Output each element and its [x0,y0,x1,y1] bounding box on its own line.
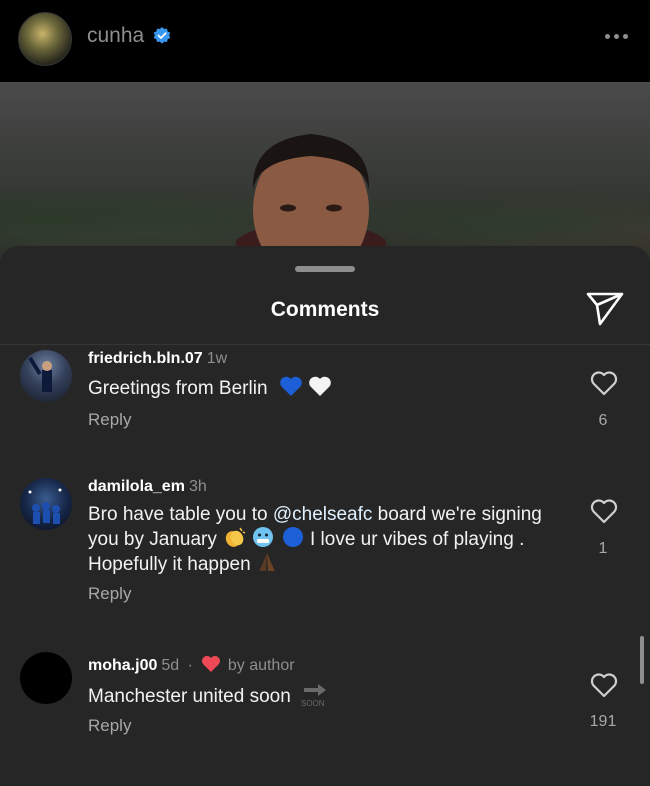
comment-time: 3h [188,478,207,495]
folded-hands-icon [258,553,275,571]
comment-text: Bro have table you to [88,504,273,525]
like-heart-icon[interactable] [590,498,618,524]
post-photo [0,82,650,262]
drag-handle[interactable] [295,266,355,272]
blue-circle-icon [282,527,303,547]
like-count: 1 [598,540,608,557]
comment-username[interactable]: damilola_em [88,478,185,495]
profile-username[interactable]: cunha [87,24,144,48]
reply-button[interactable]: Reply [88,716,131,736]
cold-face-icon [253,527,274,547]
like-heart-icon[interactable] [590,672,618,698]
mention-link[interactable]: @chelseafc [273,504,373,525]
divider [0,344,650,345]
comment-time: 1w [206,350,228,367]
like-count: 6 [598,412,608,429]
comment-text: Manchester united soon [88,686,291,707]
clapping-hands-icon [225,527,246,547]
comment-username[interactable]: moha.j00 [88,657,157,674]
white-heart-icon [309,376,331,396]
by-author-label: by author [227,657,295,674]
reply-button[interactable]: Reply [88,410,131,430]
post-header: cunha [0,0,650,82]
reply-button[interactable]: Reply [88,584,131,604]
verified-badge-icon [153,27,171,44]
scrollbar[interactable] [640,636,644,684]
separator-dot: · [187,657,193,674]
profile-avatar[interactable] [18,12,72,66]
comment-avatar[interactable] [20,478,72,530]
soon-arrow-icon: SOON [301,684,327,708]
like-count: 191 [589,713,617,730]
sheet-title: Comments [270,298,380,321]
comment-text: Greetings from Berlin [88,378,268,399]
like-heart-icon[interactable] [590,370,618,396]
comment-avatar[interactable] [20,350,72,402]
svg-text:SOON: SOON [301,699,325,708]
comment-time: 5d [161,657,180,674]
player-photo [236,134,386,262]
comment-avatar[interactable] [20,652,72,704]
more-options-icon[interactable] [605,34,628,39]
comment-username[interactable]: friedrich.bln.07 [88,350,203,367]
author-heart-icon [202,656,221,672]
send-icon[interactable] [586,291,624,327]
blue-heart-icon [279,376,302,396]
